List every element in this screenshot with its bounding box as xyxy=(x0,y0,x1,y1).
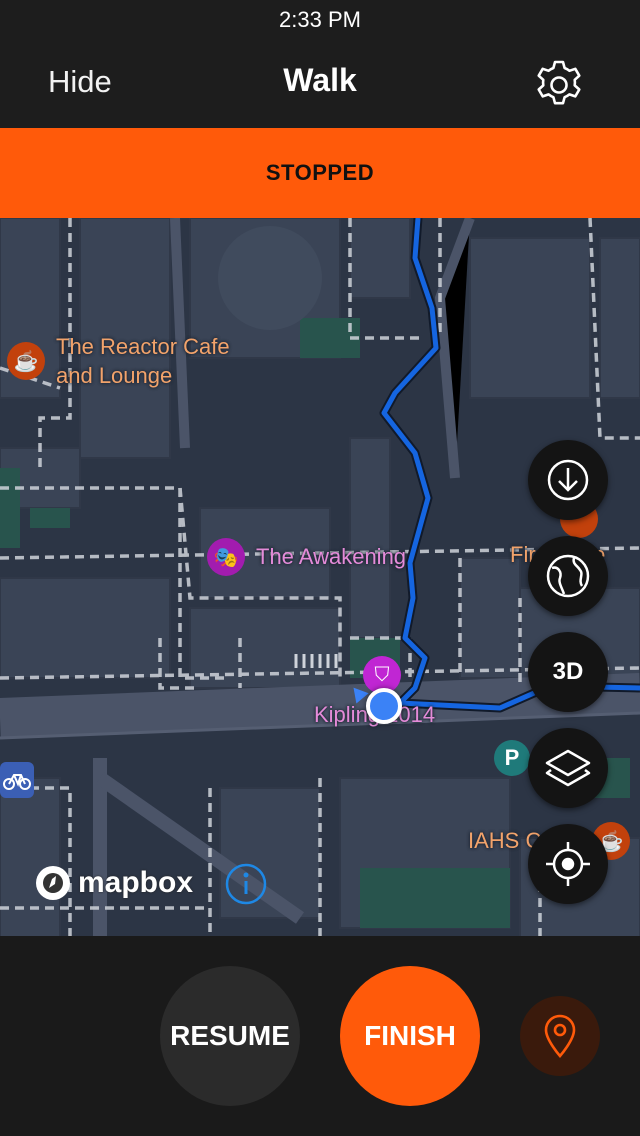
cafe-poi-icon[interactable]: ☕ xyxy=(7,342,45,380)
globe-button[interactable] xyxy=(528,536,608,616)
status-time: 2:33 PM xyxy=(279,7,361,32)
resume-button[interactable]: RESUME xyxy=(160,966,300,1106)
add-waypoint-button[interactable] xyxy=(520,996,600,1076)
stopped-banner: STOPPED xyxy=(0,128,640,218)
action-bar: RESUME FINISH xyxy=(0,936,640,1136)
nav-bar: Hide Walk xyxy=(0,40,640,128)
info-icon[interactable] xyxy=(224,862,268,906)
3d-toggle-button[interactable]: 3D xyxy=(528,632,608,712)
map-view[interactable]: ☕ The Reactor Cafe and Lounge 🎭 The Awak… xyxy=(0,218,640,936)
3d-label: 3D xyxy=(552,658,584,685)
gear-icon[interactable] xyxy=(530,56,588,114)
download-icon xyxy=(547,459,589,501)
parking-icon[interactable]: P xyxy=(494,740,530,776)
theater-poi-icon[interactable]: 🎭 xyxy=(207,538,245,576)
finish-label: FINISH xyxy=(364,1020,456,1051)
poi-label-reactor[interactable]: The Reactor Cafe and Lounge xyxy=(56,332,230,390)
layers-icon xyxy=(545,749,591,787)
mapbox-logo[interactable]: mapbox xyxy=(34,864,193,902)
banner-text: STOPPED xyxy=(265,160,375,185)
finish-button[interactable]: FINISH xyxy=(340,966,480,1106)
locate-icon xyxy=(546,842,590,886)
globe-icon xyxy=(546,554,590,598)
poi-label-awakening[interactable]: The Awakening xyxy=(256,542,406,571)
mapbox-icon xyxy=(36,866,70,900)
layers-button[interactable] xyxy=(528,728,608,808)
status-bar: 2:33 PM xyxy=(0,0,640,40)
bike-icon[interactable] xyxy=(0,762,34,798)
mapbox-wordmark: mapbox xyxy=(78,866,194,899)
user-location-dot xyxy=(366,688,402,724)
location-pin-icon xyxy=(544,1014,576,1058)
locate-button[interactable] xyxy=(528,824,608,904)
download-button[interactable] xyxy=(528,440,608,520)
resume-label: RESUME xyxy=(170,1020,290,1051)
